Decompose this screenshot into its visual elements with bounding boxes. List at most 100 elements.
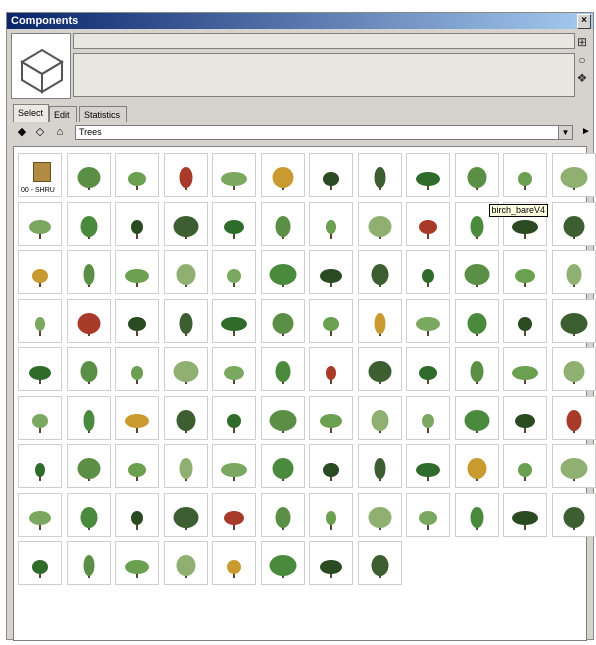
component-thumbnail[interactable] bbox=[309, 298, 353, 343]
tab-select[interactable]: Select bbox=[13, 104, 49, 122]
component-thumbnail[interactable] bbox=[212, 298, 256, 343]
component-thumbnail[interactable] bbox=[357, 153, 402, 197]
component-thumbnail[interactable] bbox=[115, 541, 159, 585]
component-thumbnail[interactable] bbox=[503, 347, 547, 391]
component-thumbnail[interactable] bbox=[18, 541, 62, 585]
component-thumbnail[interactable] bbox=[503, 492, 547, 537]
component-thumbnail[interactable] bbox=[357, 298, 402, 343]
component-thumbnail[interactable] bbox=[115, 347, 159, 391]
component-thumbnail[interactable] bbox=[503, 395, 547, 440]
component-thumbnail[interactable] bbox=[18, 298, 62, 343]
component-thumbnail[interactable] bbox=[406, 298, 450, 343]
component-thumbnail[interactable] bbox=[212, 492, 256, 537]
component-thumbnail[interactable] bbox=[551, 347, 596, 391]
component-thumbnail[interactable] bbox=[18, 492, 62, 537]
component-thumbnail[interactable] bbox=[212, 395, 256, 440]
component-thumbnail[interactable] bbox=[551, 201, 596, 246]
home-icon[interactable]: ⌂ bbox=[53, 125, 67, 139]
component-thumbnail[interactable] bbox=[454, 444, 499, 488]
component-thumbnail[interactable] bbox=[357, 444, 402, 488]
component-thumbnail[interactable] bbox=[163, 201, 208, 246]
component-thumbnail[interactable] bbox=[503, 298, 547, 343]
component-thumbnail[interactable] bbox=[163, 444, 208, 488]
description-field[interactable] bbox=[73, 53, 575, 97]
component-thumbnail[interactable] bbox=[66, 298, 111, 343]
component-thumbnail[interactable] bbox=[309, 395, 353, 440]
component-thumbnail[interactable] bbox=[454, 298, 499, 343]
component-thumbnail[interactable] bbox=[66, 250, 111, 294]
component-thumbnail[interactable] bbox=[163, 298, 208, 343]
component-thumbnail[interactable] bbox=[212, 153, 256, 197]
component-thumbnail[interactable] bbox=[66, 444, 111, 488]
component-thumbnail[interactable] bbox=[503, 444, 547, 488]
back-arrow-icon[interactable]: ◆ bbox=[15, 125, 29, 139]
component-thumbnail[interactable] bbox=[309, 444, 353, 488]
component-thumbnail[interactable] bbox=[309, 347, 353, 391]
component-thumbnail[interactable] bbox=[18, 444, 62, 488]
component-thumbnail[interactable] bbox=[260, 492, 305, 537]
component-thumbnail[interactable] bbox=[551, 153, 596, 197]
component-thumbnail[interactable] bbox=[66, 492, 111, 537]
component-thumbnail[interactable] bbox=[18, 201, 62, 246]
component-thumbnail[interactable] bbox=[406, 250, 450, 294]
component-thumbnail[interactable] bbox=[357, 201, 402, 246]
component-thumbnail[interactable] bbox=[309, 541, 353, 585]
component-thumbnail[interactable] bbox=[18, 347, 62, 391]
component-thumbnail[interactable] bbox=[260, 347, 305, 391]
component-thumbnail[interactable] bbox=[454, 395, 499, 440]
component-thumbnail[interactable] bbox=[357, 541, 402, 585]
component-thumbnail[interactable] bbox=[551, 298, 596, 343]
title-bar[interactable]: Components × bbox=[7, 13, 593, 29]
component-thumbnail[interactable] bbox=[503, 153, 547, 197]
component-thumbnail[interactable] bbox=[260, 298, 305, 343]
component-thumbnail[interactable] bbox=[260, 153, 305, 197]
component-thumbnail[interactable] bbox=[551, 444, 596, 488]
component-thumbnail[interactable] bbox=[309, 250, 353, 294]
tab-statistics[interactable]: Statistics bbox=[79, 106, 127, 122]
component-thumbnail[interactable] bbox=[260, 541, 305, 585]
component-thumbnail[interactable] bbox=[115, 395, 159, 440]
component-thumbnail[interactable] bbox=[212, 250, 256, 294]
name-field[interactable] bbox=[73, 33, 575, 49]
component-thumbnail[interactable] bbox=[260, 201, 305, 246]
component-thumbnail[interactable] bbox=[163, 347, 208, 391]
component-thumbnail[interactable] bbox=[212, 347, 256, 391]
component-thumbnail[interactable] bbox=[163, 250, 208, 294]
component-thumbnail[interactable] bbox=[406, 395, 450, 440]
component-thumbnail[interactable] bbox=[551, 250, 596, 294]
component-thumbnail[interactable] bbox=[406, 444, 450, 488]
component-thumbnail[interactable] bbox=[115, 250, 159, 294]
component-thumbnail[interactable] bbox=[551, 492, 596, 537]
component-thumbnail[interactable] bbox=[163, 541, 208, 585]
collection-select[interactable]: Trees ▼ bbox=[75, 125, 573, 140]
component-thumbnail[interactable] bbox=[309, 153, 353, 197]
component-thumbnail[interactable] bbox=[66, 201, 111, 246]
component-thumbnail[interactable] bbox=[357, 347, 402, 391]
component-thumbnail[interactable] bbox=[357, 395, 402, 440]
component-thumbnail[interactable] bbox=[406, 153, 450, 197]
component-thumbnail[interactable] bbox=[66, 395, 111, 440]
component-thumbnail[interactable] bbox=[66, 347, 111, 391]
close-button[interactable]: × bbox=[577, 14, 591, 29]
component-thumbnail[interactable] bbox=[406, 492, 450, 537]
component-thumbnail[interactable] bbox=[163, 395, 208, 440]
component-thumbnail[interactable] bbox=[406, 201, 450, 246]
component-thumbnail[interactable] bbox=[454, 250, 499, 294]
display-secondary-icon[interactable]: ⊞ bbox=[575, 35, 589, 49]
chevron-down-icon[interactable]: ▼ bbox=[558, 126, 572, 139]
component-thumbnail[interactable] bbox=[357, 250, 402, 294]
component-thumbnail[interactable] bbox=[18, 395, 62, 440]
component-thumbnail[interactable] bbox=[115, 153, 159, 197]
tab-edit[interactable]: Edit bbox=[49, 106, 77, 122]
component-thumbnail[interactable] bbox=[309, 201, 353, 246]
component-thumbnail[interactable] bbox=[212, 201, 256, 246]
get-models-icon[interactable]: ❖ bbox=[575, 71, 589, 85]
forward-arrow-icon[interactable]: ◇ bbox=[33, 125, 47, 139]
component-thumbnail[interactable] bbox=[212, 444, 256, 488]
component-thumbnail[interactable] bbox=[66, 153, 111, 197]
component-thumbnail[interactable] bbox=[309, 492, 353, 537]
component-thumbnail[interactable]: 00 - SHRU bbox=[18, 153, 62, 197]
component-thumbnail[interactable] bbox=[503, 250, 547, 294]
component-thumbnail[interactable] bbox=[551, 395, 596, 440]
details-arrow-icon[interactable]: ► bbox=[579, 125, 593, 139]
